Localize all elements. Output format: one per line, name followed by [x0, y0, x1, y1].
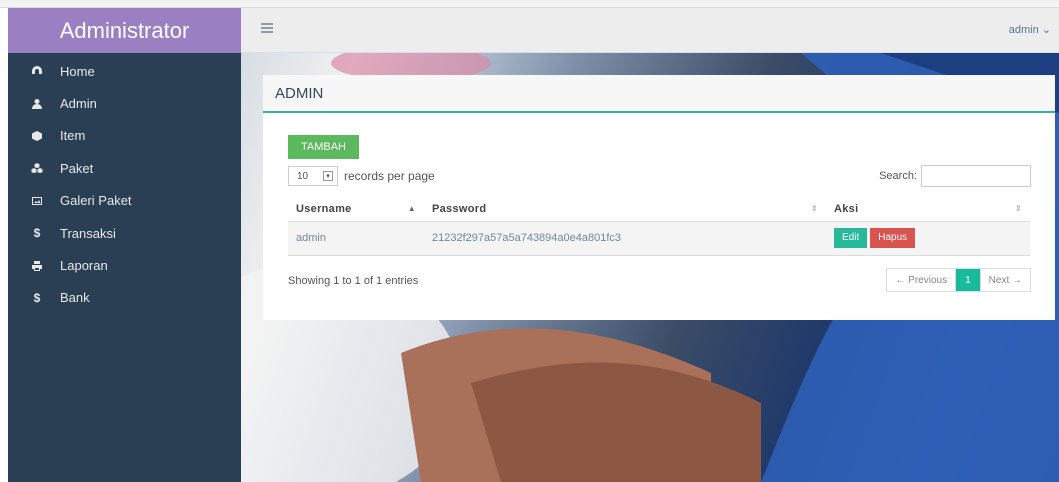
sidebar-item-laporan[interactable]: Laporan: [8, 249, 241, 281]
sidebar-item-home[interactable]: Home: [8, 55, 241, 87]
sidebar-item-label: Laporan: [60, 258, 108, 274]
sort-ascending-icon: ▲: [407, 204, 416, 213]
chevron-down-icon: ▾: [323, 171, 333, 181]
sidebar-item-bank[interactable]: $ Bank: [8, 282, 241, 314]
search-label: Search:: [879, 170, 917, 182]
edit-button[interactable]: Edit: [834, 228, 868, 248]
sidebar-item-label: Home: [60, 63, 95, 79]
page-length-value: 10: [297, 170, 309, 182]
sidebar-item-transaksi[interactable]: $ Transaksi: [8, 217, 241, 249]
sort-icon: ⇕: [1014, 204, 1022, 213]
pagination: ← Previous 1 Next →: [886, 268, 1031, 292]
column-header-password[interactable]: Password ⇕: [424, 197, 826, 222]
cube-icon: [30, 129, 44, 143]
column-header-username[interactable]: Username ▲: [288, 197, 424, 222]
search-input[interactable]: [921, 165, 1031, 187]
sidebar-item-label: Bank: [60, 290, 90, 306]
menu-toggle-icon[interactable]: [261, 23, 273, 33]
user-icon: [30, 97, 44, 111]
sidebar-item-admin[interactable]: Admin: [8, 87, 241, 119]
browser-top-strip: [0, 0, 1059, 8]
sidebar-item-galeri-paket[interactable]: Galeri Paket: [8, 185, 241, 217]
cell-username: admin: [288, 221, 424, 256]
top-navbar: admin ⌄: [241, 8, 1059, 53]
print-icon: [30, 259, 44, 273]
panel-header: ADMIN: [263, 75, 1055, 113]
delete-button[interactable]: Hapus: [870, 228, 916, 248]
records-per-page-label: records per page: [344, 169, 435, 183]
cell-password: 21232f297a57a5a743894a0e4a801fc3: [424, 221, 826, 256]
sidebar-item-paket[interactable]: Paket: [8, 152, 241, 184]
page-length-select[interactable]: 10 ▾: [288, 166, 338, 186]
column-header-aksi[interactable]: Aksi ⇕: [826, 197, 1030, 222]
cubes-icon: [30, 161, 44, 175]
sidebar-item-item[interactable]: Item: [8, 120, 241, 152]
table-info: Showing 1 to 1 of 1 entries: [288, 275, 419, 287]
admin-panel: TAMBAH 10 ▾ records per page Search: Use…: [263, 113, 1055, 320]
add-admin-button[interactable]: TAMBAH: [288, 135, 359, 159]
sidebar-brand[interactable]: Administrator: [8, 8, 241, 53]
dollar-icon: $: [33, 290, 41, 305]
previous-page-button[interactable]: ← Previous: [887, 269, 955, 291]
page-title: ADMIN: [275, 85, 324, 102]
admin-table: Username ▲ Password ⇕ Aksi ⇕ admin 21232f29…: [288, 197, 1030, 256]
sort-icon: ⇕: [810, 204, 818, 213]
search-box: Search:: [879, 165, 1031, 187]
image-icon: [30, 194, 44, 208]
cell-actions: Edit Hapus: [826, 221, 1030, 256]
table-header-row: Username ▲ Password ⇕ Aksi ⇕: [288, 197, 1030, 222]
page-button-current[interactable]: 1: [955, 269, 980, 291]
table-row: admin 21232f297a57a5a743894a0e4a801fc3 E…: [288, 221, 1030, 256]
sidebar-item-label: Paket: [60, 160, 94, 176]
sidebar-item-label: Item: [60, 128, 86, 144]
sidebar-menu: Home Admin Item Paket Galeri Paket $ Tra…: [8, 53, 241, 314]
user-menu[interactable]: admin ⌄: [1009, 23, 1051, 36]
dashboard-icon: [30, 64, 44, 78]
brand-title: Administrator: [59, 17, 190, 43]
sidebar: Administrator Home Admin Item Paket Gale…: [8, 8, 241, 482]
records-per-page: 10 ▾ records per page: [288, 166, 435, 186]
sidebar-item-label: Galeri Paket: [60, 193, 132, 209]
dollar-icon: $: [33, 226, 41, 241]
next-page-button[interactable]: Next →: [979, 269, 1030, 291]
sidebar-item-label: Admin: [60, 96, 97, 112]
sidebar-item-label: Transaksi: [60, 225, 116, 241]
